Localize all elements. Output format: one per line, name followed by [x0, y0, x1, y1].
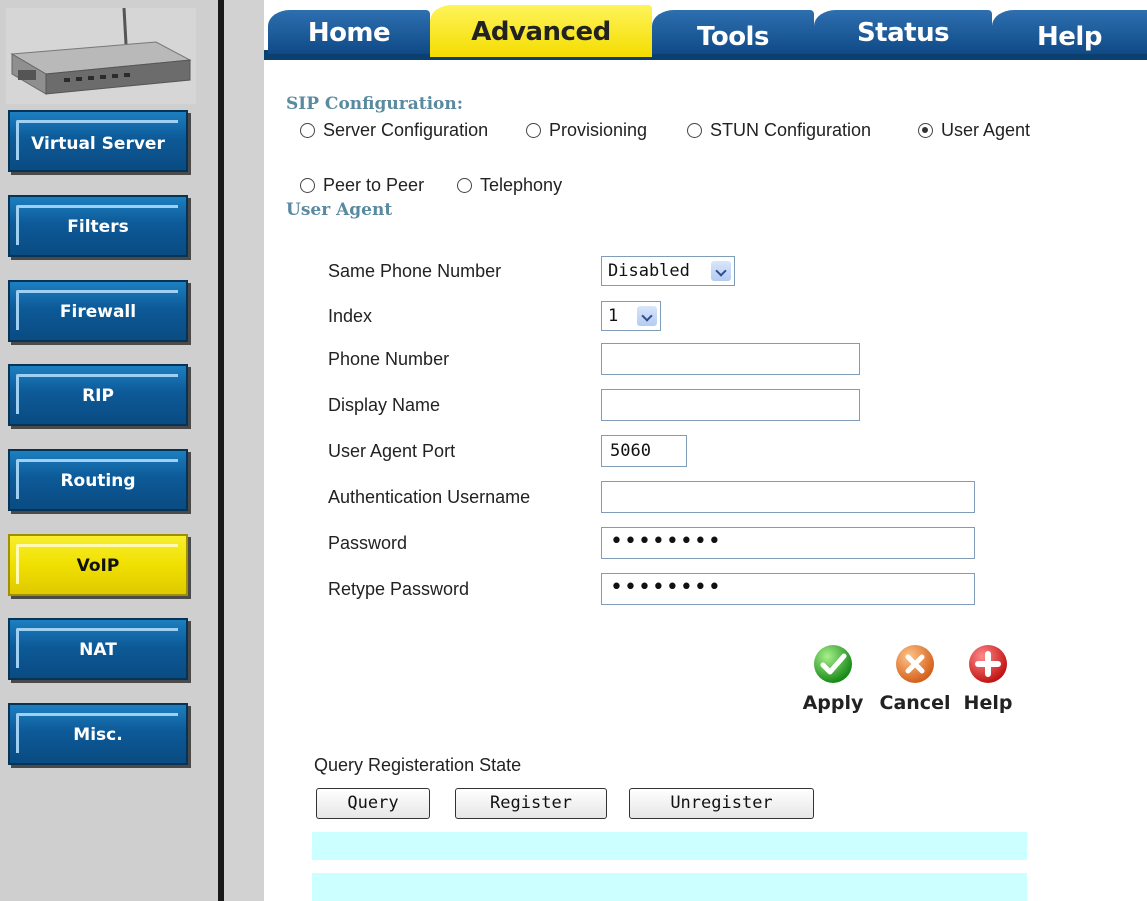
- tab-label: Tools: [697, 22, 769, 52]
- tab-label: Status: [856, 18, 950, 48]
- radio-stun-configuration[interactable]: STUN Configuration: [687, 120, 871, 141]
- nav-label: Firewall: [59, 302, 137, 322]
- nav-label: Filters: [67, 217, 129, 237]
- cancel-button[interactable]: Cancel: [874, 644, 956, 714]
- nav-rip-button[interactable]: RIP: [8, 364, 188, 426]
- nav-misc-button[interactable]: Misc.: [8, 703, 188, 765]
- radio-label: Peer to Peer: [323, 175, 425, 195]
- query-button[interactable]: Query: [316, 788, 430, 819]
- tab-label: Home: [307, 18, 391, 48]
- password-input[interactable]: ••••••••: [601, 527, 975, 559]
- tab-home[interactable]: Home: [268, 10, 430, 54]
- tab-help[interactable]: Help: [992, 10, 1147, 54]
- sip-configuration-heading: SIP Configuration:: [286, 94, 464, 114]
- tab-label: Help: [1037, 22, 1102, 52]
- chevron-down-icon: [711, 261, 731, 281]
- tab-tools[interactable]: Tools: [652, 10, 814, 54]
- nav-label: Virtual Server: [31, 134, 165, 154]
- display-name-input[interactable]: [601, 389, 860, 421]
- authentication-username-label: Authentication Username: [328, 487, 531, 507]
- radio-provisioning[interactable]: Provisioning: [526, 120, 647, 141]
- retype-password-label: Retype Password: [328, 579, 470, 599]
- radio-label: Server Configuration: [323, 120, 489, 140]
- radio-circle: [300, 123, 315, 138]
- phone-number-input[interactable]: [601, 343, 860, 375]
- router-device-image: [6, 8, 196, 104]
- nav-label: VoIP: [76, 556, 120, 576]
- user-agent-heading: User Agent: [286, 200, 393, 220]
- tab-advanced[interactable]: Advanced: [430, 5, 652, 57]
- password-label: Password: [328, 533, 408, 553]
- radio-circle-selected: [918, 123, 933, 138]
- radio-telephony[interactable]: Telephony: [457, 175, 562, 196]
- nav-virtual-server-button[interactable]: Virtual Server: [8, 110, 188, 172]
- retype-password-input[interactable]: ••••••••: [601, 573, 975, 605]
- select-value: 1: [608, 306, 619, 326]
- radio-label: User Agent: [941, 120, 1031, 140]
- radio-label: Telephony: [480, 175, 563, 195]
- help-button[interactable]: Help: [960, 644, 1016, 714]
- user-agent-port-label: User Agent Port: [328, 441, 456, 461]
- radio-circle: [300, 178, 315, 193]
- radio-label: Provisioning: [549, 120, 648, 140]
- tab-label: Advanced: [471, 17, 611, 47]
- index-select[interactable]: 1: [601, 301, 661, 331]
- nav-label: Misc.: [73, 725, 123, 745]
- register-button[interactable]: Register: [455, 788, 607, 819]
- index-label: Index: [328, 306, 373, 326]
- apply-button[interactable]: Apply: [798, 644, 868, 714]
- unregister-button[interactable]: Unregister: [629, 788, 814, 819]
- radio-peer-to-peer[interactable]: Peer to Peer: [300, 175, 424, 196]
- same-phone-number-label: Same Phone Number: [328, 261, 502, 281]
- radio-circle: [687, 123, 702, 138]
- nav-label: Routing: [60, 471, 136, 491]
- nav-filters-button[interactable]: Filters: [8, 195, 188, 257]
- user-agent-port-input[interactable]: 5060: [601, 435, 687, 467]
- cancel-x-icon: [896, 645, 934, 683]
- nav-voip-button[interactable]: VoIP: [8, 534, 188, 596]
- authentication-username-input[interactable]: [601, 481, 975, 513]
- radio-circle: [457, 178, 472, 193]
- apply-label: Apply: [802, 692, 864, 714]
- radio-user-agent[interactable]: User Agent: [918, 120, 1030, 141]
- help-label: Help: [963, 692, 1013, 714]
- registration-status-bar-2: [312, 873, 1027, 901]
- select-value: Disabled: [608, 261, 690, 281]
- phone-number-label: Phone Number: [328, 349, 450, 369]
- nav-label: NAT: [79, 640, 117, 660]
- query-registration-label: Query Registeration State: [314, 755, 522, 775]
- cancel-label: Cancel: [879, 692, 951, 714]
- nav-label: RIP: [82, 386, 114, 406]
- tab-status[interactable]: Status: [814, 10, 992, 54]
- checkmark-icon: [814, 645, 852, 683]
- content-margin: [224, 0, 264, 901]
- display-name-label: Display Name: [328, 395, 441, 415]
- radio-server-configuration[interactable]: Server Configuration: [300, 120, 488, 141]
- radio-label: STUN Configuration: [710, 120, 872, 140]
- radio-circle: [526, 123, 541, 138]
- registration-status-bar-1: [312, 832, 1027, 860]
- same-phone-number-select[interactable]: Disabled: [601, 256, 735, 286]
- nav-nat-button[interactable]: NAT: [8, 618, 188, 680]
- nav-firewall-button[interactable]: Firewall: [8, 280, 188, 342]
- help-plus-icon: [969, 645, 1007, 683]
- nav-routing-button[interactable]: Routing: [8, 449, 188, 511]
- chevron-down-icon: [637, 306, 657, 326]
